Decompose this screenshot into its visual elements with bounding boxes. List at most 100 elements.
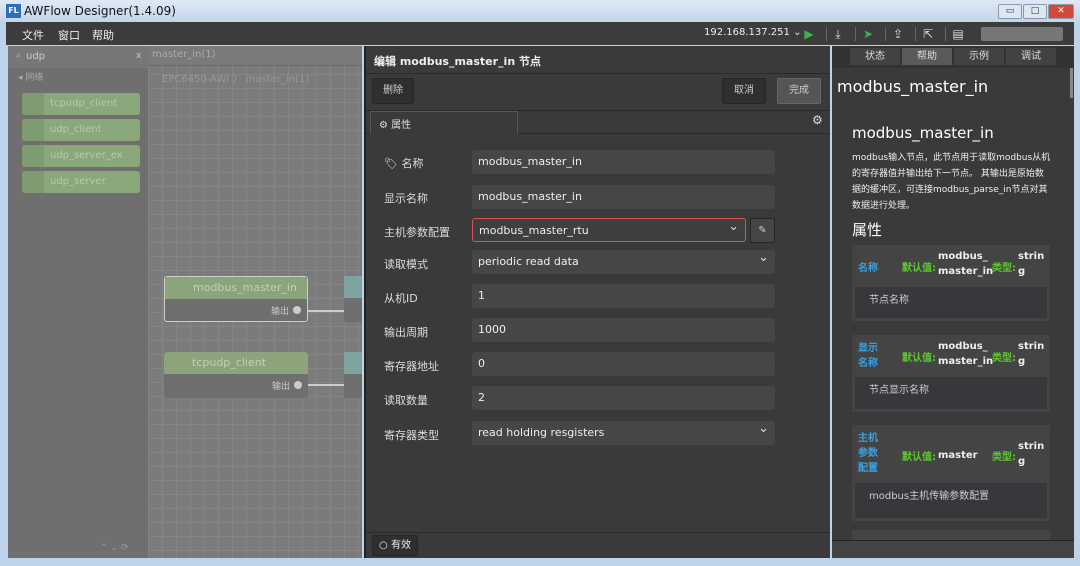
slave-id-input[interactable]: 1 bbox=[472, 284, 775, 308]
category-network[interactable]: ◂ 网络 bbox=[18, 70, 43, 83]
menu-bar: 文件 窗口 帮助 192.168.137.251 ⌄ ▶ ⤓ ➤ ⇪ ⇱ ▤ bbox=[6, 22, 1074, 45]
help-description: modbus输入节点，此节点用于读取modbus从机的寄存器值并输出给下一节点。… bbox=[852, 153, 1051, 211]
enabled-toggle[interactable]: ○ 有效 bbox=[372, 535, 418, 556]
node-palette: ⌕ udp x ◂ 网络 tcpudp_client udp_client ud… bbox=[8, 46, 148, 558]
menu-help[interactable]: 帮助 bbox=[92, 27, 114, 43]
maximize-button[interactable]: □ bbox=[1023, 4, 1047, 19]
pencil-icon: ✎ bbox=[758, 225, 767, 236]
breadcrumb: EPC6450-AWI 〉 master_in(1) bbox=[162, 74, 310, 85]
done-button[interactable]: 完成 bbox=[777, 78, 821, 104]
flow-node-partial[interactable] bbox=[344, 276, 362, 322]
field-label-output-period: 输出周期 bbox=[384, 326, 428, 339]
palette-node[interactable]: udp_server bbox=[22, 171, 140, 193]
flow-node-modbus-master-in[interactable]: modbus_master_in 输出 bbox=[164, 276, 308, 322]
field-label-slave-id: 从机ID bbox=[384, 292, 418, 305]
label-text: 名称 bbox=[401, 157, 424, 170]
flow-tab-label: master_in(1) bbox=[152, 49, 216, 60]
window-title: AWFlow Designer(1.4.09) bbox=[24, 4, 176, 18]
settings-gear-icon[interactable]: ⚙ bbox=[812, 113, 823, 127]
flow-canvas[interactable]: master_in(1) EPC6450-AWI 〉 master_in(1) … bbox=[148, 46, 362, 558]
deploy-icon[interactable]: ➤ bbox=[860, 26, 876, 42]
node-editor-panel: 编辑 modbus_master_in 节点 删除 取消 完成 ⚙ 属性 ⚙ 🏷… bbox=[364, 46, 830, 558]
palette-node[interactable]: udp_server_ex bbox=[22, 145, 140, 167]
tab-status[interactable]: 状态 bbox=[850, 48, 900, 65]
title-bar: FL AWFlow Designer(1.4.09) ▭ □ ✕ bbox=[0, 0, 1080, 22]
tab-help[interactable]: 帮助 bbox=[902, 48, 952, 65]
default-label: 默认值: bbox=[902, 263, 936, 274]
minimize-button[interactable]: ▭ bbox=[998, 4, 1022, 19]
help-subtitle: modbus_master_in bbox=[852, 124, 994, 142]
field-label-register-address: 寄存器地址 bbox=[384, 360, 439, 373]
user-info-blurred bbox=[981, 27, 1063, 41]
prop-name: 显示 名称 bbox=[858, 343, 878, 369]
property-card bbox=[852, 530, 1050, 540]
menu-file[interactable]: 文件 bbox=[22, 27, 44, 43]
prop-default: modbus_ master_in bbox=[938, 341, 994, 367]
field-label-display-name: 显示名称 bbox=[384, 192, 428, 205]
menu-window[interactable]: 窗口 bbox=[58, 27, 80, 43]
app-logo-icon: FL bbox=[6, 4, 21, 18]
flow-tab[interactable]: master_in(1) bbox=[148, 46, 362, 66]
prop-default: modbus_ master_in bbox=[938, 251, 994, 277]
prop-name: 主机 参数 配置 bbox=[858, 433, 878, 474]
clear-search-button[interactable]: x bbox=[136, 51, 141, 61]
tab-label: 属性 bbox=[391, 120, 412, 131]
type-label: 类型: bbox=[992, 452, 1016, 463]
register-type-select[interactable]: read holding resgisters bbox=[472, 417, 775, 445]
field-label-read-mode: 读取模式 bbox=[384, 258, 428, 271]
flow-node-partial[interactable] bbox=[344, 352, 362, 398]
download-icon[interactable]: ⤓ bbox=[830, 26, 846, 42]
field-label-register-type: 寄存器类型 bbox=[384, 429, 439, 442]
tab-examples[interactable]: 示例 bbox=[954, 48, 1004, 65]
close-button[interactable]: ✕ bbox=[1048, 4, 1074, 19]
read-mode-select[interactable]: periodic read data bbox=[472, 246, 775, 274]
delete-button[interactable]: 删除 bbox=[372, 78, 414, 104]
name-input[interactable]: modbus_master_in bbox=[472, 150, 775, 174]
category-label: 网络 bbox=[25, 73, 44, 83]
flow-node-tcpudp-client[interactable]: tcpudp_client 输出 bbox=[164, 352, 308, 398]
help-sidebar: 状态 帮助 示例 调试 modbus_master_in modbus_mast… bbox=[832, 46, 1074, 558]
output-port[interactable] bbox=[293, 306, 301, 314]
property-card: 主机 参数 配置 默认值: master 类型: strin g modbus主… bbox=[852, 425, 1050, 521]
palette-node[interactable]: udp_client bbox=[22, 119, 140, 141]
default-label: 默认值: bbox=[902, 452, 936, 463]
register-address-input[interactable]: 0 bbox=[472, 352, 775, 376]
help-scrollbar[interactable] bbox=[1070, 68, 1073, 98]
tab-properties[interactable]: ⚙ 属性 bbox=[370, 111, 518, 134]
upload-icon[interactable]: ⇪ bbox=[890, 26, 906, 42]
properties-heading: 属性 bbox=[852, 221, 883, 239]
port-label: 输出 bbox=[271, 382, 290, 392]
search-input[interactable]: udp bbox=[26, 51, 45, 62]
editor-title: 编辑 modbus_master_in 节点 bbox=[374, 55, 541, 68]
default-label: 默认值: bbox=[902, 353, 936, 364]
cancel-button[interactable]: 取消 bbox=[722, 78, 766, 104]
breadcrumb-item[interactable]: master_in(1) bbox=[246, 74, 310, 85]
clipboard-icon[interactable]: ▤ bbox=[950, 26, 966, 42]
prop-desc: 节点显示名称 bbox=[855, 377, 1047, 409]
field-label-master-config: 主机参数配置 bbox=[384, 226, 450, 239]
play-icon[interactable]: ▶ bbox=[801, 26, 817, 42]
search-icon: ⌕ bbox=[16, 51, 22, 61]
enabled-label: 有效 bbox=[390, 540, 411, 551]
export-icon[interactable]: ⇱ bbox=[920, 26, 936, 42]
prop-default: master bbox=[938, 450, 978, 461]
property-card: 名称 默认值: modbus_ master_in 类型: strin g 节点… bbox=[852, 245, 1050, 321]
output-period-input[interactable]: 1000 bbox=[472, 318, 775, 342]
edit-config-button[interactable]: ✎ bbox=[750, 218, 775, 243]
tab-debug[interactable]: 调试 bbox=[1006, 48, 1056, 65]
palette-collapse-controls[interactable]: ⌃ ⌄ ⟳ bbox=[100, 543, 128, 553]
palette-node[interactable]: tcpudp_client bbox=[22, 93, 140, 115]
master-config-select[interactable]: modbus_master_rtu bbox=[472, 215, 746, 242]
display-name-input[interactable]: modbus_master_in bbox=[472, 185, 775, 209]
output-port[interactable] bbox=[294, 381, 302, 389]
breadcrumb-item[interactable]: EPC6450-AWI bbox=[162, 74, 229, 85]
node-label: modbus_master_in bbox=[165, 277, 307, 299]
ip-selector[interactable]: 192.168.137.251 ⌄ bbox=[704, 27, 801, 38]
property-card: 显示 名称 默认值: modbus_ master_in 类型: strin g… bbox=[852, 335, 1050, 412]
prop-type: strin g bbox=[1018, 441, 1045, 467]
type-label: 类型: bbox=[992, 263, 1016, 274]
palette-search[interactable]: ⌕ udp x bbox=[8, 46, 148, 68]
prop-name: 名称 bbox=[858, 263, 878, 274]
tag-icon: 🏷 bbox=[384, 157, 398, 170]
read-count-input[interactable]: 2 bbox=[472, 386, 775, 410]
